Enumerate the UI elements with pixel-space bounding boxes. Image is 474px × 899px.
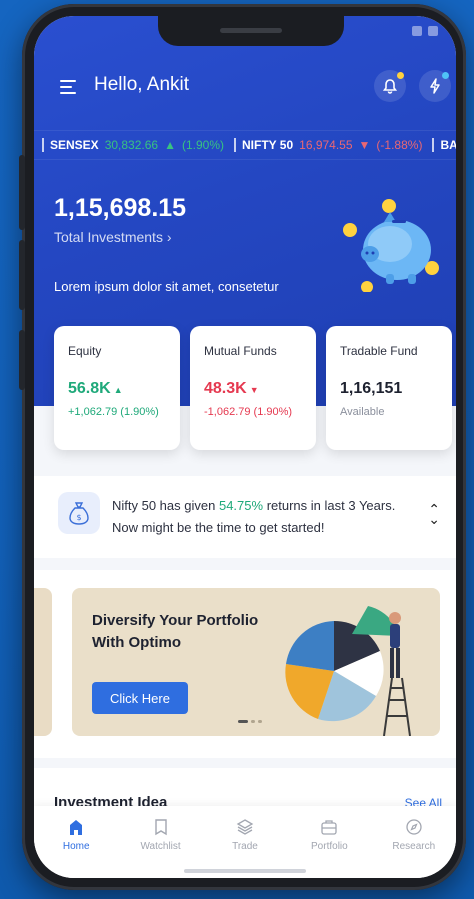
tagline-text: Lorem ipsum dolor sit amet, consetetur	[54, 279, 279, 294]
expand-collapse-icon[interactable]: ⌃ ⌄	[428, 502, 440, 526]
chevron-right-icon: ›	[166, 229, 172, 245]
ticker-name: BA	[440, 138, 456, 152]
briefcase-icon	[321, 820, 338, 835]
promo-title: Diversify Your Portfolio With Optimo	[92, 612, 259, 651]
total-investment-amount: 1,15,698.15	[54, 194, 187, 222]
total-investments-link[interactable]: Total Investments ›	[54, 229, 172, 245]
card-title: Tradable Fund	[340, 344, 418, 358]
status-icons	[412, 26, 438, 36]
bolt-icon	[430, 78, 440, 94]
tradable-fund-card[interactable]: Tradable Fund 1,16,151 Available	[326, 326, 452, 450]
home-indicator	[184, 869, 306, 873]
quick-action-button[interactable]	[419, 70, 451, 102]
phone-notch	[158, 16, 344, 46]
nav-label: Research	[392, 841, 436, 852]
layers-icon	[236, 819, 254, 835]
carousel-indicator	[238, 720, 262, 723]
notification-button[interactable]	[374, 70, 406, 102]
card-change: -1,062.79 (1.90%)	[204, 406, 293, 418]
nav-home[interactable]: Home	[36, 818, 116, 878]
pie-chart-illustration	[285, 606, 411, 736]
phone-side-button	[19, 155, 25, 230]
market-ticker: SENSEX 30,832.66 ▲ (1.90%) NIFTY 50 16,9…	[34, 130, 456, 160]
equity-card[interactable]: Equity 56.8K ▲ +1,062.79 (1.90%)	[54, 326, 180, 450]
greeting-text: Hello, Ankit	[94, 74, 190, 95]
menu-icon[interactable]	[60, 80, 76, 94]
nav-label: Home	[62, 841, 90, 852]
piggy-bank-illustration	[343, 199, 439, 292]
ticker-arrow-up-icon: ▲	[164, 138, 176, 152]
money-bag-icon: $	[58, 492, 100, 534]
arrow-down-icon: ▼	[249, 385, 259, 395]
nav-label: Watchlist	[140, 841, 181, 852]
top-bar: Hello, Ankit	[34, 68, 456, 108]
bell-icon	[383, 78, 397, 94]
ticker-item[interactable]: NIFTY 50 16,974.55 ▼ (-1.88%)	[234, 138, 422, 152]
card-value: 56.8K ▲	[68, 380, 123, 397]
card-value: 1,16,151	[340, 380, 403, 397]
card-change: +1,062.79 (1.90%)	[68, 406, 159, 418]
arrow-up-icon: ▲	[113, 385, 123, 395]
ticker-name: SENSEX	[50, 138, 99, 152]
nav-research[interactable]: Research	[374, 818, 454, 878]
ticker-change: (-1.88%)	[376, 138, 423, 152]
app-screen: Hello, Ankit SENSEX 30,832.66 ▲ (1.90%) …	[34, 16, 456, 878]
nifty-info-banner[interactable]: $ Nifty 50 has given 54.75% returns in l…	[34, 476, 456, 558]
svg-text:$: $	[76, 513, 81, 522]
bookmark-icon	[154, 819, 167, 836]
ticker-item[interactable]: SENSEX 30,832.66 ▲ (1.90%)	[42, 138, 224, 152]
phone-side-button	[19, 240, 25, 310]
hero-section: Hello, Ankit SENSEX 30,832.66 ▲ (1.90%) …	[34, 16, 456, 450]
ticker-arrow-down-icon: ▼	[358, 138, 371, 152]
info-text: Nifty 50 has given 54.75% returns in las…	[112, 498, 396, 535]
ticker-name: NIFTY 50	[242, 138, 294, 152]
mutual-funds-card[interactable]: Mutual Funds 48.3K ▼ -1,062.79 (1.90%)	[190, 326, 316, 450]
promo-carousel: Diversify Your Portfolio With Optimo Cli…	[34, 570, 456, 758]
compass-icon	[406, 819, 422, 835]
total-investments-label: Total Investments	[54, 229, 163, 245]
ticker-value: 30,832.66	[104, 138, 159, 152]
bottom-navigation: Home Watchlist Trade Portfolio Research	[34, 806, 456, 878]
nav-label: Portfolio	[311, 841, 348, 852]
portfolio-cards: Equity 56.8K ▲ +1,062.79 (1.90%) Mutual F…	[54, 326, 452, 450]
card-sub-label: Available	[340, 406, 385, 418]
click-here-button[interactable]: Click Here	[92, 682, 188, 714]
nav-label: Trade	[232, 841, 258, 852]
card-title: Equity	[68, 344, 102, 358]
promo-slide-previous[interactable]	[34, 588, 52, 736]
promo-slide[interactable]: Diversify Your Portfolio With Optimo Cli…	[72, 588, 440, 736]
phone-side-button	[19, 330, 25, 390]
ticker-item[interactable]: BA	[432, 138, 456, 152]
ticker-value: 16,974.55	[299, 138, 353, 152]
card-title: Mutual Funds	[204, 344, 277, 358]
card-value: 48.3K ▼	[204, 380, 259, 397]
returns-highlight: 54.75%	[218, 498, 264, 513]
home-icon	[70, 820, 83, 835]
ticker-change: (1.90%)	[181, 138, 224, 152]
